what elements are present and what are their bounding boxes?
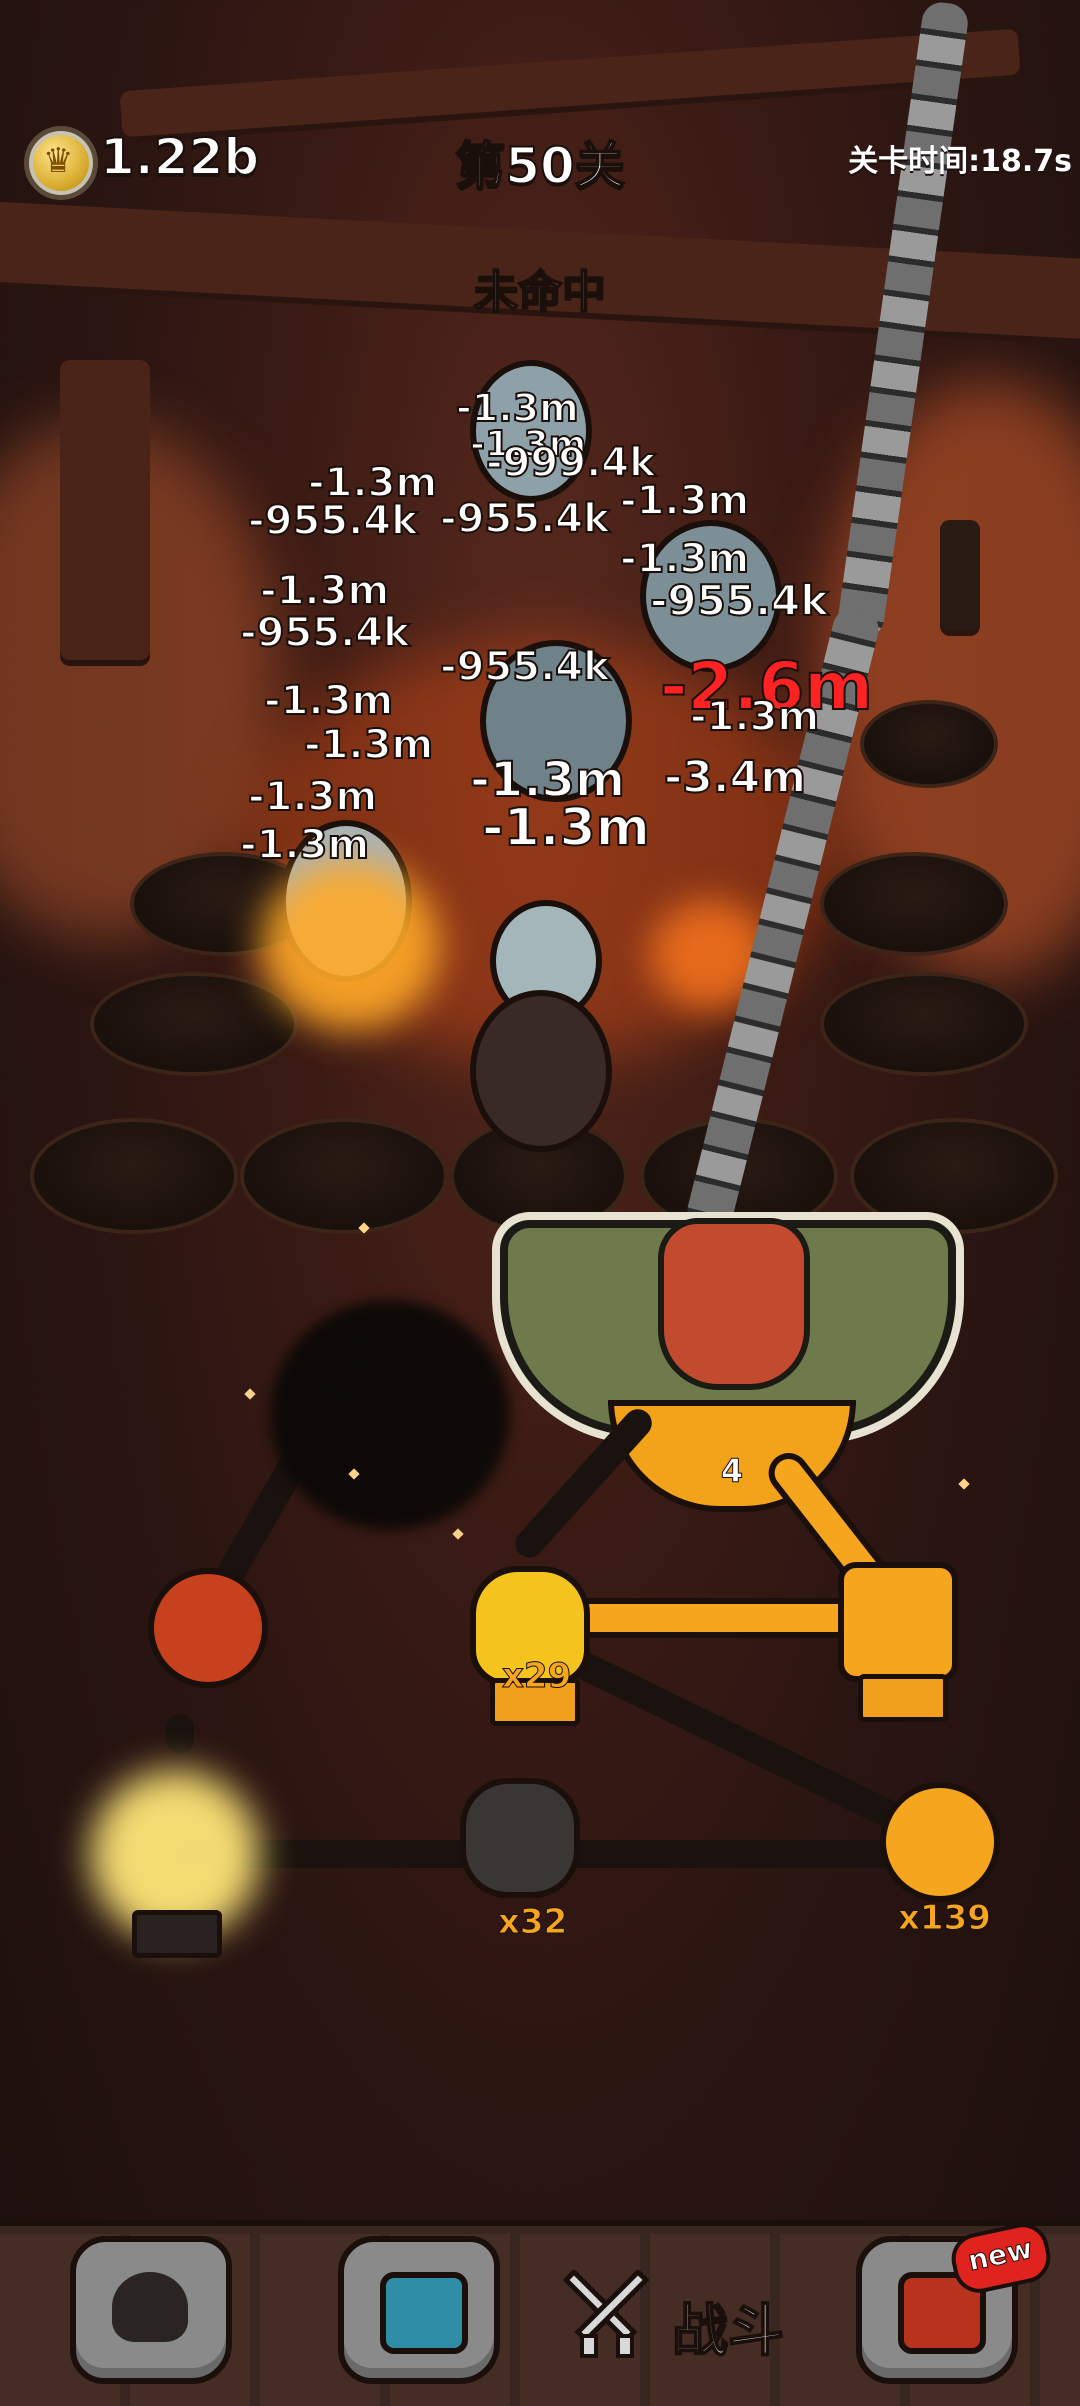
fist-multiplier: x32 <box>497 1902 568 1943</box>
damage-number: -1.3m <box>263 677 394 725</box>
skill-node-light[interactable] <box>112 1790 232 1958</box>
node-stand <box>132 1910 222 1958</box>
floor-hole <box>30 1118 238 1234</box>
damage-number: -1.3m <box>303 721 434 769</box>
damage-number: -955.4k <box>239 609 411 657</box>
nav-shop-button[interactable] <box>338 2236 500 2384</box>
skill-node-fist-dark[interactable] <box>460 1778 580 1898</box>
skill-node-fist-gold[interactable] <box>838 1562 958 1722</box>
boss-skull-icon <box>658 1218 810 1390</box>
damage-number: -955.4k <box>247 497 419 545</box>
node-stand <box>858 1674 948 1722</box>
damage-number: -3.4m <box>663 751 807 804</box>
nav-character-button[interactable] <box>70 2236 232 2384</box>
damage-number: -955.4k <box>649 575 829 626</box>
damage-number: -1.3m <box>689 693 820 741</box>
crossed-swords-icon <box>562 2270 650 2358</box>
floor-hole <box>860 700 998 788</box>
top-hud: ♛ 1.22b 第50关 关卡时间:18.7s <box>0 0 1080 240</box>
bomb-icon <box>148 1568 268 1688</box>
skull-multiplier: x29 <box>501 1656 572 1697</box>
fight-label: 战斗 <box>671 2298 785 2365</box>
floor-hole <box>240 1118 448 1234</box>
monitor-icon <box>380 2272 468 2354</box>
skill-node-bomb[interactable] <box>148 1568 268 1688</box>
level-timer: 关卡时间:18.7s <box>848 144 1072 179</box>
fist-icon <box>838 1562 958 1682</box>
damage-number: -955.4k <box>439 643 611 691</box>
miss-indicator: 未命中 <box>473 266 607 319</box>
enemy[interactable] <box>470 990 612 1152</box>
mace-icon <box>880 1782 1000 1902</box>
wall-post-right <box>940 520 980 630</box>
skill-node-mace[interactable] <box>880 1782 1000 1902</box>
plague-doctor-icon <box>112 2272 188 2342</box>
damage-number: -1.3m <box>481 797 651 859</box>
damage-number: -1.3m <box>619 477 750 525</box>
wall-post-left <box>60 360 150 660</box>
game-scene <box>0 0 1080 2400</box>
floor-hole <box>90 972 298 1076</box>
damage-number: -1.3m <box>247 773 378 821</box>
nav-fight-button[interactable]: 战斗 <box>556 2270 796 2365</box>
damage-number: -1.3m <box>259 567 390 615</box>
floor-hole <box>820 852 1008 956</box>
dark-orb-node[interactable] <box>270 1300 510 1530</box>
fist-icon <box>460 1778 580 1898</box>
floor-hole <box>820 972 1028 1076</box>
damage-number: -1.3m <box>239 821 370 869</box>
explosion-effect <box>260 860 440 1030</box>
damage-number: -955.4k <box>439 495 611 543</box>
mace-multiplier: x139 <box>898 1898 992 1939</box>
path-link <box>166 1714 194 1754</box>
floor-hole <box>850 1118 1058 1234</box>
